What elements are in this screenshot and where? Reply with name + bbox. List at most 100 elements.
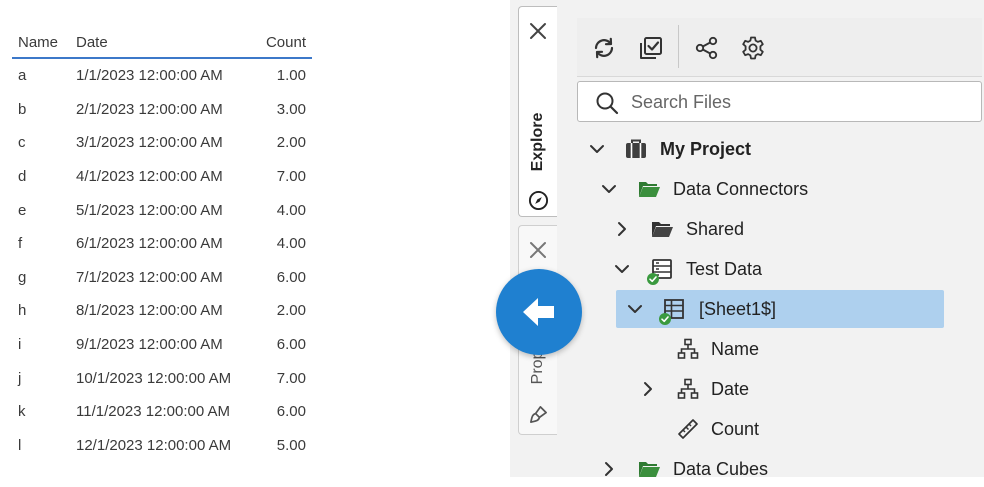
cell-name: h (18, 302, 27, 320)
collapse-panel-button[interactable] (496, 269, 582, 355)
table-row[interactable]: l 12/1/2023 12:00:00 AM 5.00 (12, 429, 312, 463)
table-row[interactable]: b 2/1/2023 12:00:00 AM 3.00 (12, 93, 312, 127)
table-row[interactable]: h 8/1/2023 12:00:00 AM 2.00 (12, 294, 312, 328)
close-icon[interactable] (528, 21, 548, 41)
tree-item-label: Data Connectors (673, 179, 809, 199)
chevron-right-icon[interactable] (613, 220, 631, 238)
cell-date: 12/1/2023 12:00:00 AM (76, 436, 232, 454)
table-row[interactable]: i 9/1/2023 12:00:00 AM 6.00 (12, 328, 312, 362)
tree-item-label: Shared (686, 219, 745, 239)
cell-name: d (18, 168, 27, 186)
cell-date: 5/1/2023 12:00:00 AM (76, 201, 223, 219)
cell-count: 4.00 (276, 235, 306, 253)
cell-date: 3/1/2023 12:00:00 AM (76, 134, 223, 152)
cell-date: 1/1/2023 12:00:00 AM (76, 67, 223, 85)
tree-item-label: Date (711, 379, 750, 399)
tree-item-data-connectors[interactable]: Data Connectors (580, 171, 980, 207)
cell-name: f (18, 235, 23, 253)
cell-count: 6.00 (276, 336, 306, 354)
ruler-icon (678, 419, 698, 439)
cell-count: 2.00 (276, 134, 306, 152)
table-row[interactable]: f 6/1/2023 12:00:00 AM 4.00 (12, 227, 312, 261)
share-nodes-icon[interactable] (694, 35, 720, 61)
table-row[interactable]: g 7/1/2023 12:00:00 AM 6.00 (12, 261, 312, 295)
search-box (577, 81, 982, 122)
cell-name: j (18, 369, 22, 387)
tree-item-field-name[interactable]: Name (580, 331, 980, 367)
tree-item-my-project[interactable]: My Project (580, 131, 980, 167)
toolbar-separator (678, 25, 679, 68)
cell-count: 7.00 (276, 168, 306, 186)
column-header-name[interactable]: Name (12, 28, 70, 59)
search-icon (596, 92, 619, 115)
chevron-right-icon[interactable] (639, 380, 657, 398)
tree-item-sheet1[interactable]: [Sheet1$] (616, 290, 944, 328)
cell-name: i (18, 336, 22, 354)
cell-date: 10/1/2023 12:00:00 AM (76, 369, 232, 387)
cell-count: 5.00 (276, 436, 306, 454)
cell-date: 2/1/2023 12:00:00 AM (76, 100, 223, 118)
cell-name: e (18, 201, 27, 219)
cell-date: 8/1/2023 12:00:00 AM (76, 302, 223, 320)
folder-open-icon (639, 462, 660, 477)
cell-count: 1.00 (276, 67, 306, 85)
cell-date: 9/1/2023 12:00:00 AM (76, 336, 223, 354)
table-row[interactable]: k 11/1/2023 12:00:00 AM 6.00 (12, 395, 312, 429)
tab-explore[interactable]: Explore (518, 6, 557, 217)
tree-item-label: Name (711, 339, 760, 359)
table-row[interactable]: d 4/1/2023 12:00:00 AM 7.00 (12, 160, 312, 194)
chevron-down-icon[interactable] (626, 300, 644, 318)
cell-date: 11/1/2023 12:00:00 AM (76, 403, 231, 421)
chevron-right-icon[interactable] (600, 460, 618, 478)
cell-name: g (18, 268, 27, 286)
gear-icon[interactable] (740, 35, 766, 61)
folder-open-icon (652, 222, 673, 237)
cell-name: l (18, 436, 22, 454)
tree-item-field-date[interactable]: Date (580, 371, 980, 407)
hierarchy-icon (677, 338, 699, 359)
compass-icon (528, 190, 549, 211)
table-row[interactable]: c 3/1/2023 12:00:00 AM 2.00 (12, 126, 312, 160)
cell-count: 4.00 (276, 201, 306, 219)
tree-item-label: My Project (660, 139, 752, 159)
close-icon[interactable] (528, 240, 548, 260)
tree-item-label: Count (711, 419, 760, 439)
tree-item-data-cubes[interactable]: Data Cubes (580, 451, 980, 487)
check-square-icon[interactable] (638, 35, 664, 61)
tree-item-field-count[interactable]: Count (580, 411, 980, 447)
cell-date: 4/1/2023 12:00:00 AM (76, 168, 223, 186)
tab-explore-label: Explore (529, 112, 546, 172)
briefcase-icon (626, 139, 646, 158)
search-input[interactable] (629, 87, 973, 117)
cell-name: a (18, 67, 27, 85)
table-row[interactable]: e 5/1/2023 12:00:00 AM 4.00 (12, 193, 312, 227)
check-badge-icon (659, 313, 671, 325)
hierarchy-icon (677, 378, 699, 399)
cell-date: 6/1/2023 12:00:00 AM (76, 235, 223, 253)
cell-date: 7/1/2023 12:00:00 AM (76, 268, 223, 286)
arrow-left-icon (523, 298, 554, 326)
cell-count: 2.00 (276, 302, 306, 320)
refresh-icon[interactable] (591, 35, 617, 61)
tree-item-label: [Sheet1$] (699, 299, 777, 319)
table-row[interactable]: j 10/1/2023 12:00:00 AM 7.00 (12, 361, 312, 395)
brush-icon (530, 406, 547, 423)
column-header-date[interactable]: Date (70, 28, 256, 59)
chevron-down-icon[interactable] (600, 180, 618, 198)
cell-count: 7.00 (276, 369, 306, 387)
cell-name: k (18, 403, 26, 421)
chevron-down-icon[interactable] (613, 260, 631, 278)
table-header-row: Name Date Count (12, 28, 312, 59)
column-header-count[interactable]: Count (256, 28, 312, 59)
tree-item-test-data[interactable]: Test Data (580, 251, 980, 287)
chevron-down-icon[interactable] (588, 140, 606, 158)
tree-item-shared[interactable]: Shared (580, 211, 980, 247)
data-table: Name Date Count a 1/1/2023 12:00:00 AM 1.0… (12, 28, 312, 462)
table-row[interactable]: a 1/1/2023 12:00:00 AM 1.00 (12, 58, 312, 93)
folder-open-icon (639, 182, 660, 197)
cell-count: 6.00 (276, 403, 306, 421)
table-body: a 1/1/2023 12:00:00 AM 1.00 b 2/1/2023 12:00… (12, 58, 312, 462)
tree-item-label: Test Data (686, 259, 763, 279)
toolbar (577, 18, 982, 77)
check-badge-icon (647, 273, 659, 285)
